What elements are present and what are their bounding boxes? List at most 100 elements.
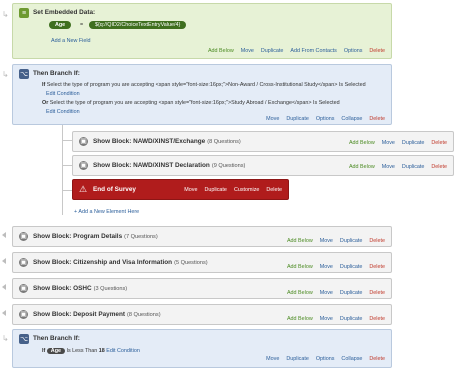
- delete-button[interactable]: Delete: [369, 48, 385, 54]
- move-button[interactable]: Move: [320, 264, 333, 270]
- delete-button[interactable]: Delete: [369, 264, 385, 270]
- duplicate-button[interactable]: Duplicate: [402, 164, 424, 170]
- duplicate-button[interactable]: Duplicate: [340, 316, 362, 322]
- block-title: Show Block: NAWD/XINST/Exchange (8 Questi…: [93, 138, 241, 145]
- duplicate-button[interactable]: Duplicate: [340, 290, 362, 296]
- add-below-button[interactable]: Add Below: [208, 48, 234, 54]
- branch-condition-2: Or Select the type of program you are ac…: [42, 100, 340, 106]
- end-of-survey-element: ⚠ End of Survey Move Duplicate Customize…: [72, 179, 289, 200]
- add-element-link[interactable]: + Add a New Element Here: [74, 209, 139, 215]
- flow-arrow-icon: [2, 258, 6, 264]
- branch-title: Then Branch If:: [33, 335, 80, 342]
- block-name: Show Block: Deposit Payment: [33, 311, 125, 318]
- if-label: If: [42, 82, 46, 88]
- duplicate-button[interactable]: Duplicate: [261, 48, 283, 54]
- embedded-field-value[interactable]: ${q://QID2/ChoiceTextEntryValue/4}: [89, 21, 187, 29]
- collapse-button[interactable]: Collapse: [341, 356, 362, 362]
- block-actions: Add Below Move Duplicate Delete: [287, 316, 385, 322]
- edit-condition-link[interactable]: Edit Condition: [106, 348, 140, 354]
- block-icon: ▣: [19, 310, 28, 319]
- delete-button[interactable]: Delete: [369, 116, 385, 122]
- add-below-button[interactable]: Add Below: [349, 164, 375, 170]
- equals-sign: =: [80, 22, 84, 28]
- add-below-button[interactable]: Add Below: [287, 290, 313, 296]
- delete-button[interactable]: Delete: [431, 140, 447, 146]
- question-count: (5 Questions): [174, 260, 208, 266]
- condition-text: Select the type of program you are accep…: [49, 100, 312, 106]
- add-below-button[interactable]: Add Below: [287, 264, 313, 270]
- show-block-citizenship-visa: ▣ Show Block: Citizenship and Visa Infor…: [12, 252, 392, 273]
- flow-arrow-icon: ↳: [2, 10, 9, 19]
- question-count: (3 Questions): [93, 286, 128, 292]
- condition-operator: Is Less Than: [66, 348, 98, 354]
- or-label: Or: [42, 100, 49, 106]
- move-button[interactable]: Move: [320, 238, 333, 244]
- move-button[interactable]: Move: [382, 140, 395, 146]
- move-button[interactable]: Move: [320, 290, 333, 296]
- move-button[interactable]: Move: [184, 187, 197, 193]
- options-button[interactable]: Options: [316, 356, 335, 362]
- delete-button[interactable]: Delete: [431, 164, 447, 170]
- add-below-button[interactable]: Add Below: [287, 316, 313, 322]
- block-icon: ▣: [79, 137, 88, 146]
- options-button[interactable]: Options: [316, 116, 335, 122]
- customize-button[interactable]: Customize: [234, 187, 259, 193]
- duplicate-button[interactable]: Duplicate: [286, 356, 308, 362]
- branch-element-1: ⌥ Then Branch If: If Select the type of …: [12, 64, 392, 125]
- branch-icon: ⌥: [19, 69, 29, 79]
- duplicate-button[interactable]: Duplicate: [402, 140, 424, 146]
- block-name: Show Block: Program Details: [33, 233, 123, 240]
- block-icon: ▣: [19, 284, 28, 293]
- end-of-survey-title: End of Survey: [93, 186, 136, 193]
- plus-icon: +: [74, 209, 78, 215]
- branch-icon: ⌥: [19, 334, 29, 344]
- duplicate-button[interactable]: Duplicate: [204, 187, 226, 193]
- duplicate-button[interactable]: Duplicate: [340, 264, 362, 270]
- add-below-button[interactable]: Add Below: [287, 238, 313, 244]
- branch-title: Then Branch If:: [33, 70, 80, 77]
- branch-condition: If Age Is Less Than 18 Edit Condition: [42, 348, 140, 354]
- question-count: (7 Questions): [124, 234, 158, 240]
- move-button[interactable]: Move: [241, 48, 254, 54]
- duplicate-button[interactable]: Duplicate: [340, 238, 362, 244]
- block-icon: ▣: [19, 232, 28, 241]
- condition-value: 18: [98, 348, 105, 354]
- edit-condition-link[interactable]: Edit Condition: [46, 91, 80, 97]
- add-below-button[interactable]: Add Below: [349, 140, 375, 146]
- move-button[interactable]: Move: [266, 356, 279, 362]
- add-element-label: Add a New Element Here: [78, 209, 140, 215]
- delete-button[interactable]: Delete: [369, 356, 385, 362]
- move-button[interactable]: Move: [320, 316, 333, 322]
- end-of-survey-actions: Move Duplicate Customize Delete: [184, 187, 282, 193]
- condition-field: Age: [46, 348, 65, 354]
- add-from-contacts-button[interactable]: Add From Contacts: [290, 48, 336, 54]
- embedded-field-name[interactable]: Age: [49, 21, 72, 29]
- block-actions: Add Below Move Duplicate Delete: [287, 238, 385, 244]
- delete-button[interactable]: Delete: [369, 238, 385, 244]
- flow-arrow-icon: [2, 232, 6, 238]
- branch-condition-1: If Select the type of program you are ac…: [42, 82, 366, 88]
- show-block-deposit-payment: ▣ Show Block: Deposit Payment (8 Question…: [12, 304, 392, 325]
- edit-condition-link[interactable]: Edit Condition: [46, 109, 80, 115]
- embedded-actions: Add Below Move Duplicate Add From Contac…: [208, 48, 385, 54]
- flow-arrow-icon: [2, 310, 6, 316]
- move-button[interactable]: Move: [266, 116, 279, 122]
- delete-button[interactable]: Delete: [266, 187, 282, 193]
- delete-button[interactable]: Delete: [369, 316, 385, 322]
- question-count: (8 Questions): [207, 139, 241, 145]
- nested-connector-line: [62, 125, 63, 215]
- delete-button[interactable]: Delete: [369, 290, 385, 296]
- options-button[interactable]: Options: [344, 48, 363, 54]
- block-name: Show Block: Citizenship and Visa Informa…: [33, 259, 173, 266]
- collapse-button[interactable]: Collapse: [341, 116, 362, 122]
- flow-arrow-icon: ↳: [2, 334, 9, 343]
- move-button[interactable]: Move: [382, 164, 395, 170]
- block-title: Show Block: Deposit Payment (8 Questions): [33, 311, 161, 318]
- embedded-data-element: ≡ Set Embedded Data: Age = ${q://QID2/Ch…: [12, 3, 392, 59]
- block-title: Show Block: NAWD/XINST Declaration (9 Que…: [93, 162, 245, 169]
- duplicate-button[interactable]: Duplicate: [286, 116, 308, 122]
- add-new-field-link[interactable]: Add a New Field: [51, 38, 91, 44]
- branch-element-2: ⌥ Then Branch If: If Age Is Less Than 18…: [12, 329, 392, 368]
- if-label: If: [42, 348, 46, 354]
- show-block-nawd-declaration: ▣ Show Block: NAWD/XINST Declaration (9 Q…: [72, 155, 454, 176]
